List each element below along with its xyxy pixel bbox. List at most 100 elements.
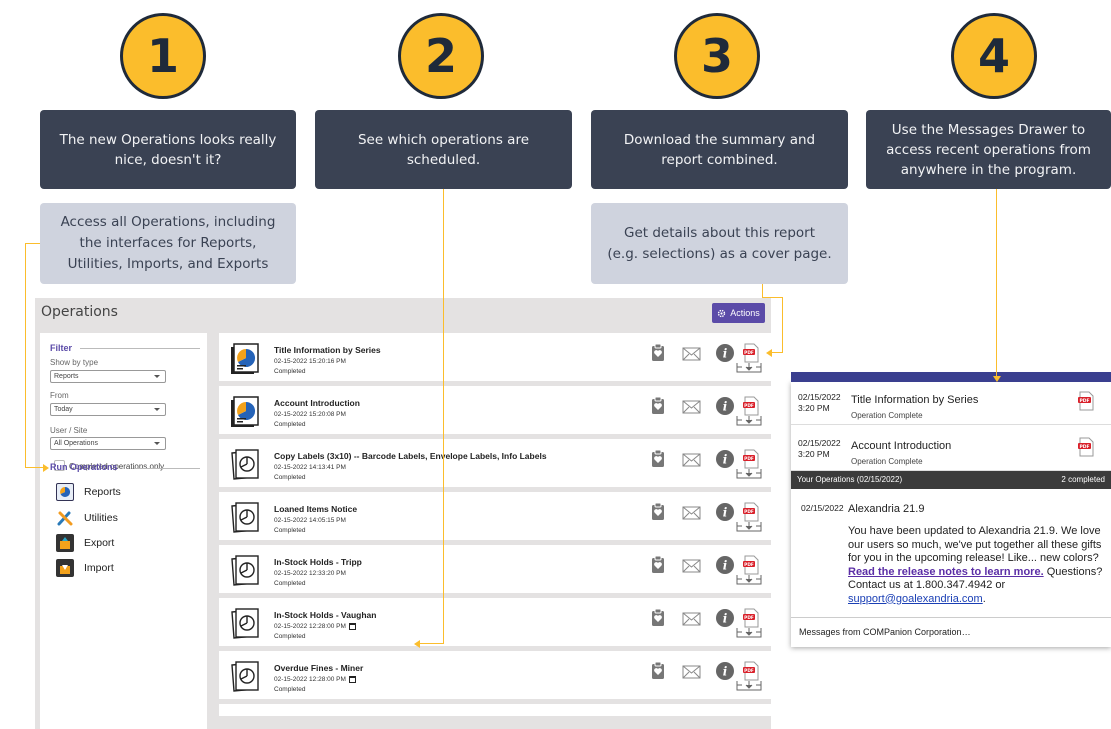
mail-icon	[682, 347, 701, 361]
chevron-down-icon	[154, 442, 160, 445]
svg-text:PDF: PDF	[1079, 398, 1089, 404]
drawer-message[interactable]: 02/15/2022 3:20 PM Title Information by …	[791, 382, 1111, 425]
operation-title: Overdue Fines - Miner	[274, 663, 364, 673]
svg-text:PDF: PDF	[744, 350, 754, 356]
arrow-1b-icon	[43, 464, 49, 472]
callout-1b-text: Access all Operations, including the int…	[60, 214, 276, 272]
clipboard-icon	[652, 449, 664, 467]
report-outline-icon	[228, 606, 262, 640]
message-title: Title Information by Series	[851, 394, 979, 406]
support-email-link[interactable]: support@goalexandria.com	[848, 593, 983, 605]
summary-bar-count: 2 completed	[1061, 475, 1105, 484]
message-date: 02/15/2022 3:20 PM	[798, 438, 841, 459]
mail-icon	[682, 665, 701, 679]
arrow-3-icon	[766, 349, 772, 357]
operation-title: In-Stock Holds - Vaughan	[274, 610, 377, 620]
note-body: You have been updated to Alexandria 21.9…	[848, 525, 1110, 606]
connector-3-v2	[782, 297, 783, 353]
download-icon	[736, 522, 762, 532]
mail-icon	[682, 400, 701, 414]
mail-icon	[682, 506, 701, 520]
callout-2-text: See which operations are scheduled.	[357, 131, 530, 168]
clipboard-icon	[652, 661, 664, 679]
operation-date: 02-15-2022 15:20:08 PM	[274, 411, 346, 418]
svg-text:i: i	[723, 506, 728, 520]
download-icon	[736, 628, 762, 638]
download-icon	[736, 416, 762, 426]
operations-summary-bar[interactable]: Your Operations (02/15/2022) 2 completed	[791, 471, 1111, 489]
actions-label: Actions	[730, 308, 760, 318]
operation-row[interactable]: Account Introduction 02-15-2022 15:20:08 …	[219, 386, 771, 434]
info-icon: i	[716, 397, 734, 415]
info-icon: i	[716, 662, 734, 680]
pdf-icon[interactable]: PDF	[1077, 437, 1095, 457]
actions-button[interactable]: Actions	[712, 303, 765, 323]
pdf-icon[interactable]: PDF	[1077, 391, 1095, 411]
operation-actions[interactable]: i PDF	[650, 343, 765, 375]
from-select[interactable]: Today	[50, 403, 166, 416]
user-site-value: All Operations	[54, 440, 98, 447]
operation-actions[interactable]: i PDF	[650, 661, 765, 693]
connector-3-h2	[772, 352, 783, 353]
chevron-down-icon	[154, 408, 160, 411]
drawer-top-strip	[791, 372, 1111, 382]
run-export-item[interactable]: Export	[56, 534, 114, 552]
operation-actions[interactable]: i PDF	[650, 555, 765, 587]
step-4-badge: 4	[951, 13, 1037, 99]
connector-3-v1	[762, 284, 763, 297]
operation-actions[interactable]: i PDF	[650, 608, 765, 640]
operation-row[interactable]: In-Stock Holds - Tripp 02-15-2022 12:33:2…	[219, 545, 771, 593]
operation-row[interactable]: Loaned Items Notice 02-15-2022 14:05:15 P…	[219, 492, 771, 540]
operation-row[interactable]: Overdue Fines - Miner 02-15-2022 12:28:00…	[219, 651, 771, 699]
svg-text:i: i	[723, 453, 728, 467]
callout-1-text: The new Operations looks really nice, do…	[59, 131, 277, 168]
message-title: Account Introduction	[851, 440, 952, 452]
message-status: Operation Complete	[851, 457, 923, 466]
info-icon: i	[716, 344, 734, 362]
page-title: Operations	[41, 304, 118, 320]
download-icon	[736, 469, 762, 479]
info-icon: i	[716, 609, 734, 627]
operation-actions[interactable]: i PDF	[650, 502, 765, 534]
gear-icon	[718, 309, 726, 317]
operation-title: Loaned Items Notice	[274, 504, 358, 514]
run-divider	[134, 468, 200, 469]
operations-list: Title Information by Series 02-15-2022 15…	[219, 333, 771, 721]
connector-2-h	[420, 643, 444, 644]
note-text-3: .	[982, 592, 986, 605]
operation-actions[interactable]: i PDF	[650, 449, 765, 481]
operation-date-text: 02-15-2022 15:20:16 PM	[274, 358, 346, 365]
note-title: Alexandria 21.9	[848, 503, 925, 515]
drawer-message[interactable]: 02/15/2022 3:20 PM Account Introduction …	[791, 428, 1111, 471]
from-label: From	[50, 391, 69, 400]
pdf-icon: PDF	[743, 555, 759, 575]
svg-text:i: i	[723, 665, 728, 679]
operation-row[interactable]: In-Stock Holds - Vaughan 02-15-2022 12:28…	[219, 598, 771, 646]
operation-date-text: 02-15-2022 12:28:00 PM	[274, 676, 346, 683]
operation-status: Completed	[274, 633, 306, 640]
svg-text:PDF: PDF	[744, 668, 754, 674]
svg-text:i: i	[723, 400, 728, 414]
operation-row[interactable]: Copy Labels (3x10) -- Barcode Labels, En…	[219, 439, 771, 487]
step-2-badge: 2	[398, 13, 484, 99]
operation-actions[interactable]: i PDF	[650, 396, 765, 428]
clipboard-icon	[652, 343, 664, 361]
operation-status: Completed	[274, 686, 306, 693]
user-site-label: User / Site	[50, 426, 88, 435]
report-outline-icon	[228, 659, 262, 693]
pie-report-icon	[228, 341, 262, 375]
release-notes-link[interactable]: Read the release notes to learn more.	[848, 566, 1044, 578]
clipboard-icon	[652, 396, 664, 414]
run-utilities-item[interactable]: Utilities	[56, 509, 118, 527]
operation-row[interactable]: Title Information by Series 02-15-2022 15…	[219, 333, 771, 381]
connector-1b-h2	[25, 467, 45, 468]
run-import-item[interactable]: Import	[56, 559, 114, 577]
pdf-icon: PDF	[743, 608, 759, 628]
clipboard-icon	[652, 555, 664, 573]
show-by-type-select[interactable]: Reports	[50, 370, 166, 383]
run-reports-item[interactable]: Reports	[56, 483, 121, 501]
user-site-select[interactable]: All Operations	[50, 437, 166, 450]
run-export-label: Export	[84, 537, 115, 549]
callout-3b-text: Get details about this report (e.g. sele…	[607, 224, 832, 262]
download-icon	[736, 575, 762, 585]
